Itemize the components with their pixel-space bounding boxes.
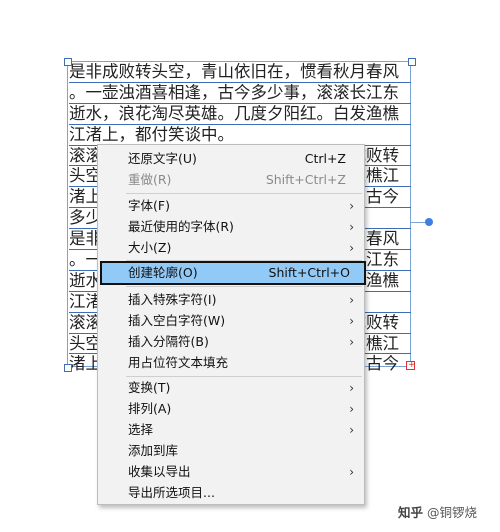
menu-item-add-to-library[interactable]: 添加到库 [98,441,364,461]
menu-item-export-selection[interactable]: 导出所选项目... [98,483,364,503]
text-line: 。一壶浊酒喜相逢，古今多少事，滚滚长江东 [69,83,411,104]
menu-item-redo: 重做(R) Shift+Ctrl+Z [128,172,346,187]
frame-handle-top-right[interactable] [408,58,416,66]
menu-separator [126,286,362,287]
chevron-right-icon: › [349,465,354,479]
menu-item-undo[interactable]: 还原文字(U) Ctrl+Z [98,149,364,169]
chevron-right-icon: › [349,335,354,349]
menu-item-transform[interactable]: 变换(T) › [98,378,364,398]
menu-item-recent-fonts[interactable]: 最近使用的字体(R) › [98,217,364,237]
chevron-right-icon: › [349,423,354,437]
text-line: 江渚上，都付笑谈中。 [69,125,411,146]
chevron-right-icon: › [349,241,354,255]
menu-item-insert-break[interactable]: 插入分隔符(B) › [98,332,364,352]
watermark-author: @铜锣烧 [427,505,478,520]
menu-item-font[interactable]: 字体(F) › [98,196,364,216]
menu-separator [126,260,362,261]
menu-item-insert-whitespace[interactable]: 插入空白字符(W) › [98,311,364,331]
text-overflow-marker[interactable]: + [406,360,416,370]
menu-item-select[interactable]: 选择 › [98,420,364,440]
chevron-right-icon: › [349,220,354,234]
menu-item-insert-special-char[interactable]: 插入特殊字符(I) › [98,290,364,310]
menu-item-size[interactable]: 大小(Z) › [98,238,364,258]
chevron-right-icon: › [349,293,354,307]
context-menu: 还原文字(U) Ctrl+Z 重做(R) Shift+Ctrl+Z 字体(F) … [97,144,366,505]
menu-item-fill-placeholder[interactable]: 用占位符文本填充 [98,353,364,373]
chevron-right-icon: › [349,199,354,213]
menu-item-arrange[interactable]: 排列(A) › [98,399,364,419]
frame-handle-bottom-left[interactable] [64,364,72,372]
frame-handle-top-left[interactable] [64,58,72,66]
menu-item-create-outlines[interactable]: 创建轮廓(O) Shift+Ctrl+O [100,261,366,285]
watermark-brand: 知乎 [398,505,424,520]
text-line: 逝水，浪花淘尽英雄。几度夕阳红。白发渔樵 [69,104,411,125]
frame-side-handle[interactable] [425,218,433,226]
chevron-right-icon: › [349,314,354,328]
text-line: 是非成败转头空，青山依旧在，惯看秋月春风 [69,62,411,83]
watermark: 知乎 @铜锣烧 [398,502,477,521]
chevron-right-icon: › [349,402,354,416]
menu-item-collect-for-export[interactable]: 收集以导出 › [98,462,364,482]
menu-separator [126,193,362,194]
menu-separator [126,376,362,377]
chevron-right-icon: › [349,381,354,395]
